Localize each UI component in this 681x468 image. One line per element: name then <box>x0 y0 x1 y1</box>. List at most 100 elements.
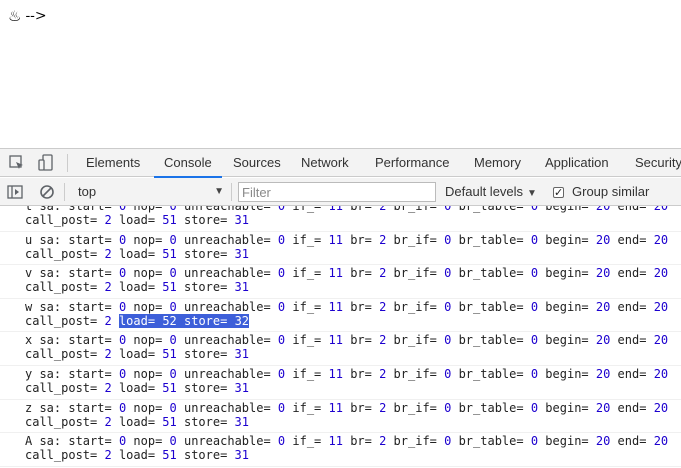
value: 0 <box>530 400 539 415</box>
value: 2 <box>104 414 112 429</box>
entry-line: call_post= 2 load= 51 store= 31 <box>25 414 249 429</box>
value: 51 <box>162 246 177 261</box>
value: 11 <box>328 434 343 449</box>
value: 11 <box>328 299 343 314</box>
value: 31 <box>234 380 249 395</box>
value: 51 <box>162 414 177 429</box>
tab-application[interactable]: Application <box>545 149 609 177</box>
value: 0 <box>530 299 539 314</box>
entry-line: call_post= 2 load= 51 store= 31 <box>25 380 249 395</box>
tab-bar-divider <box>67 154 68 172</box>
value: 0 <box>118 299 127 314</box>
console-messages[interactable]: t sa: start= 0 nop= 0 unreachable= 0 if_… <box>0 206 681 468</box>
value: 2 <box>379 299 387 314</box>
value: 2 <box>379 366 387 381</box>
value: 31 <box>234 280 249 295</box>
value: 0 <box>277 232 286 247</box>
value: 11 <box>328 333 343 348</box>
tab-console[interactable]: Console <box>154 149 222 178</box>
value: 2 <box>379 434 387 449</box>
entry-line: y sa: start= 0 nop= 0 unreachable= 0 if_… <box>25 366 669 381</box>
value: 52 <box>162 313 177 328</box>
value: 11 <box>328 366 343 381</box>
value: 2 <box>104 280 112 295</box>
console-entry: w sa: start= 0 nop= 0 unreachable= 0 if_… <box>0 299 681 333</box>
dropdown-arrow-icon: ▼ <box>527 188 537 199</box>
entry-line: call_post= 2 load= 51 store= 31 <box>25 280 249 295</box>
value: 0 <box>444 299 452 314</box>
context-select[interactable]: top ▼ <box>70 182 228 202</box>
value: 51 <box>162 347 177 362</box>
value: 0 <box>277 333 286 348</box>
filter-input[interactable] <box>238 182 436 202</box>
tab-performance[interactable]: Performance <box>375 149 449 177</box>
value: 0 <box>530 206 539 213</box>
value: 20 <box>653 333 669 348</box>
value: 20 <box>653 206 669 213</box>
value: 0 <box>169 366 177 381</box>
value: 0 <box>530 434 539 449</box>
tab-elements[interactable]: Elements <box>86 149 140 177</box>
value: 0 <box>169 400 177 415</box>
value: 2 <box>379 206 387 213</box>
value: 0 <box>277 206 286 213</box>
value: 0 <box>169 333 177 348</box>
value: 0 <box>530 266 539 281</box>
value: 20 <box>595 232 611 247</box>
value: 0 <box>118 366 127 381</box>
value: 20 <box>595 266 611 281</box>
value: 51 <box>162 280 177 295</box>
value: 2 <box>104 347 112 362</box>
group-similar-label: Group similar <box>572 184 650 199</box>
value: 0 <box>169 206 177 213</box>
value: 31 <box>234 347 249 362</box>
value: 0 <box>530 333 539 348</box>
value: 20 <box>595 333 611 348</box>
entry-line: v sa: start= 0 nop= 0 unreachable= 0 if_… <box>25 266 669 281</box>
tab-memory[interactable]: Memory <box>474 149 521 177</box>
entry-line: t sa: start= 0 nop= 0 unreachable= 0 if_… <box>25 206 681 213</box>
console-entry: x sa: start= 0 nop= 0 unreachable= 0 if_… <box>0 332 681 366</box>
toolbar-divider <box>64 183 65 201</box>
device-toolbar-icon[interactable] <box>37 154 55 172</box>
tab-network[interactable]: Network <box>301 149 349 177</box>
value: 51 <box>162 213 177 227</box>
value: 51 <box>162 448 177 463</box>
selected-text: load= 52 store= 32 <box>118 313 250 328</box>
value: 51 <box>162 380 177 395</box>
entry-name: w <box>25 299 33 314</box>
group-similar-checkbox[interactable] <box>553 183 564 203</box>
value: 2 <box>104 448 112 463</box>
value: 0 <box>169 266 177 281</box>
tab-security[interactable]: Security <box>635 149 681 177</box>
value: 0 <box>118 266 127 281</box>
value: 0 <box>277 400 286 415</box>
value: 0 <box>169 299 177 314</box>
value: 11 <box>328 206 343 213</box>
inspect-element-icon[interactable] <box>8 154 26 172</box>
value: 20 <box>595 366 611 381</box>
value: 0 <box>118 333 127 348</box>
clear-console-icon[interactable] <box>38 183 56 201</box>
entry-line: A sa: start= 0 nop= 0 unreachable= 0 if_… <box>25 434 669 449</box>
console-entry: A sa: start= 0 nop= 0 unreachable= 0 if_… <box>0 433 681 467</box>
group-similar-toggle[interactable]: Group similar <box>553 182 650 203</box>
entry-line: call_post= 2 load= 51 store= 31 <box>25 246 249 261</box>
value: 0 <box>444 400 452 415</box>
value: 0 <box>169 434 177 449</box>
value: 2 <box>379 266 387 281</box>
coffee-cup-icon: ♨ <box>8 7 22 25</box>
value: 31 <box>234 246 249 261</box>
console-entry: u sa: start= 0 nop= 0 unreachable= 0 if_… <box>0 232 681 266</box>
tab-sources[interactable]: Sources <box>233 149 281 177</box>
entry-line: z sa: start= 0 nop= 0 unreachable= 0 if_… <box>25 400 669 415</box>
value: 2 <box>379 232 387 247</box>
value: 31 <box>234 414 249 429</box>
log-levels-dropdown[interactable]: Default levels ▼ <box>445 182 537 202</box>
value: 0 <box>277 366 286 381</box>
show-sidebar-icon[interactable] <box>6 183 24 201</box>
value: 0 <box>444 266 452 281</box>
value: 0 <box>530 366 539 381</box>
console-entry: z sa: start= 0 nop= 0 unreachable= 0 if_… <box>0 400 681 434</box>
value: 2 <box>379 333 387 348</box>
